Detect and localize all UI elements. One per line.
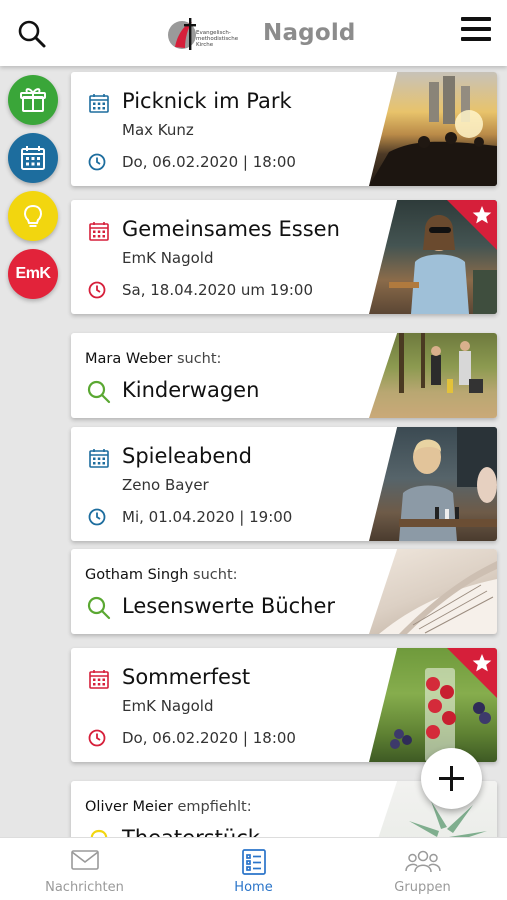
calendar-icon [89,222,109,241]
event-photo [369,427,497,541]
search-icon [87,380,111,404]
lightbulb-icon [24,204,42,227]
idea-button[interactable] [8,191,58,241]
event-organizer: EmK Nagold [122,249,214,267]
city-title: Nagold [263,20,356,46]
calendar-icon [89,94,109,113]
request-action: sucht: [176,351,222,367]
add-button[interactable] [421,748,482,809]
event-date: Do, 06.02.2020 | 18:00 [122,729,296,747]
request-title: Lesenswerte Bücher [122,594,336,618]
search-icon[interactable] [16,18,48,50]
nav-item-home[interactable]: Home [169,838,338,900]
hamburger-menu-icon[interactable] [461,17,491,43]
gift-icon [20,88,46,112]
event-date: Do, 06.02.2020 | 18:00 [122,153,296,171]
event-date: Sa, 18.04.2020 um 19:00 [122,281,314,299]
logo-text: Evangelisch-methodistische Kirche [196,30,239,48]
request-action: sucht: [193,567,238,583]
event-card-picknick[interactable]: Picknick im Park Max Kunz Do, 06.02.2020… [71,72,497,186]
emk-button[interactable]: EmK [8,249,58,299]
event-photo [369,72,497,186]
emk-icon: EmK [15,265,51,282]
nav-label: Gruppen [394,880,451,895]
mail-icon [70,850,99,870]
calendar-icon [89,670,109,689]
event-card-spieleabend[interactable]: Spieleabend Zeno Bayer Mi, 01.04.2020 | … [71,427,497,541]
recommend-action: empfiehlt: [177,799,252,815]
calendar-button[interactable] [8,133,58,183]
star-badge-icon [447,200,497,250]
request-person: Gotham Singh [85,567,189,583]
recommend-author-line: Oliver Meier empfiehlt: [85,799,252,815]
request-author-line: Gotham Singh sucht: [85,567,238,583]
app-header: Evangelisch-methodistische Kirche Nagold [0,0,507,66]
nav-item-gruppen[interactable]: Gruppen [338,838,507,900]
clock-icon [88,508,106,526]
request-card-buecher[interactable]: Gotham Singh sucht: Lesenswerte Bücher [71,549,497,634]
clock-icon [88,153,106,171]
event-card-sommerfest[interactable]: Sommerfest EmK Nagold Do, 06.02.2020 | 1… [71,648,497,762]
bottom-navigation: Nachrichten Home Gruppen [0,837,507,900]
list-icon [241,849,266,875]
request-card-kinderwagen[interactable]: Mara Weber sucht: Kinderwagen [71,333,497,418]
clock-icon [88,281,106,299]
request-title: Kinderwagen [122,378,260,402]
event-date: Mi, 01.04.2020 | 19:00 [122,508,293,526]
nav-label: Nachrichten [45,880,124,895]
request-photo [369,333,497,418]
request-author-line: Mara Weber sucht: [85,351,221,367]
event-title: Gemeinsames Essen [122,217,340,241]
event-organizer: Zeno Bayer [122,476,209,494]
search-icon [87,596,111,620]
event-title: Picknick im Park [122,89,292,113]
event-card-essen[interactable]: Gemeinsames Essen EmK Nagold Sa, 18.04.2… [71,200,497,314]
event-title: Sommerfest [122,665,251,689]
calendar-icon [89,449,109,468]
event-title: Spieleabend [122,444,252,468]
calendar-icon [21,146,45,170]
event-organizer: Max Kunz [122,121,194,139]
star-badge-icon [447,648,497,698]
recommend-person: Oliver Meier [85,799,173,815]
clock-icon [88,729,106,747]
event-organizer: EmK Nagold [122,697,214,715]
request-photo [369,549,497,634]
group-icon [404,850,441,873]
request-person: Mara Weber [85,351,173,367]
gift-button[interactable] [8,75,58,125]
nav-item-nachrichten[interactable]: Nachrichten [0,838,169,900]
nav-label: Home [234,880,273,895]
